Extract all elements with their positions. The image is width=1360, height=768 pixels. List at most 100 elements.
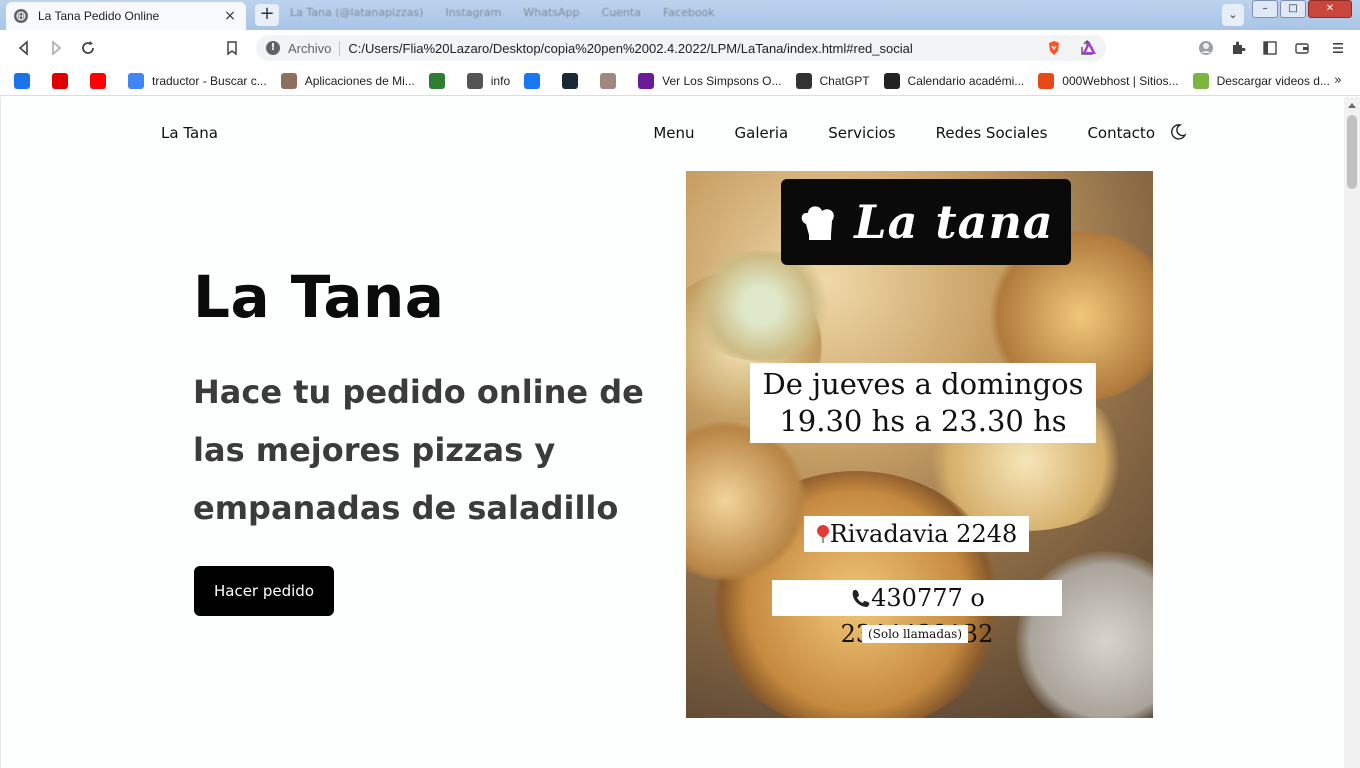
hero-title: La Tana: [193, 263, 445, 331]
poster-brand: La tana: [854, 195, 1054, 249]
puzzle-icon: [1233, 41, 1246, 54]
wallet-icon: [1295, 43, 1309, 54]
reload-button[interactable]: [78, 38, 98, 58]
gear-icon: [466, 72, 483, 89]
youtube-icon: [90, 72, 106, 89]
hero-subtitle: Hace tu pedido online de las mejores piz…: [193, 373, 644, 527]
bookmark-item[interactable]: [428, 72, 453, 89]
extensions-button[interactable]: [1228, 38, 1248, 58]
profile-button[interactable]: [1196, 38, 1216, 58]
nav-link-servicios[interactable]: Servicios: [828, 124, 895, 142]
scrollbar-thumb[interactable]: [1347, 115, 1357, 189]
nav-link-contacto[interactable]: Contacto: [1087, 124, 1155, 142]
bookmark-icon: [227, 41, 237, 56]
forward-button[interactable]: [46, 38, 66, 58]
calendar-icon: [883, 72, 900, 89]
main-menu: Menu Galeria Servicios Redes Sociales Co…: [653, 124, 1155, 142]
info-icon[interactable]: !: [266, 41, 280, 55]
forward-icon: [52, 40, 62, 56]
maximize-button[interactable]: □: [1280, 0, 1306, 18]
bookmark-item[interactable]: ChatGPT: [795, 72, 870, 89]
site-navbar: La Tana Menu Galeria Servicios Redes Soc…: [1, 97, 1344, 173]
food-texture: [686, 251, 836, 361]
nav-link-redes-sociales[interactable]: Redes Sociales: [936, 124, 1048, 142]
hamburger-menu-icon: [1333, 43, 1343, 53]
bookmark-label: Calendario académi...: [907, 73, 1025, 88]
bookmark-item[interactable]: Calendario académi...: [883, 72, 1025, 89]
minimize-button[interactable]: –: [1252, 0, 1278, 18]
poster-hours-line2: 19.30 hs a 23.30 hs: [779, 404, 1067, 438]
tab-search-button[interactable]: ⌄: [1222, 4, 1244, 26]
bookmark-item[interactable]: traductor - Buscar c...: [128, 72, 267, 89]
window-controls: – □ ✕: [1252, 0, 1352, 18]
openai-icon: [795, 72, 812, 89]
nav-link-galeria[interactable]: Galeria: [735, 124, 789, 142]
profile-icon: [600, 72, 617, 89]
active-tab[interactable]: La Tana Pedido Online ×: [6, 2, 246, 30]
bookmark-item[interactable]: [90, 72, 114, 89]
moon-icon[interactable]: [1169, 123, 1187, 141]
bookmark-label: 000Webhost | Sitios...: [1062, 73, 1179, 88]
brave-shields-button[interactable]: [1044, 38, 1064, 58]
bookmark-item[interactable]: [524, 72, 548, 89]
background-tab[interactable]: La Tana (@latanapizzas): [290, 6, 423, 24]
apps-icon: [280, 72, 297, 89]
bookmark-item[interactable]: info: [466, 72, 511, 89]
close-window-button[interactable]: ✕: [1308, 0, 1352, 18]
bookmark-item[interactable]: [600, 72, 624, 89]
nav-link-menu[interactable]: Menu: [653, 124, 694, 142]
bookmarks-bar: traductor - Buscar c... Aplicaciones de M…: [0, 66, 1360, 96]
bookmark-label: ChatGPT: [819, 73, 870, 88]
grid-icon: [14, 72, 30, 89]
url-text[interactable]: C:/Users/Flia%20Lazaro/Desktop/copia%20p…: [348, 41, 1078, 56]
back-button[interactable]: [14, 38, 34, 58]
bookmark-label: Ver Los Simpsons O...: [662, 73, 782, 88]
bookmarks-overflow-button[interactable]: »: [1334, 73, 1342, 88]
steam-icon: [562, 72, 579, 89]
poster-hours: De jueves a domingos 19.30 hs a 23.30 hs: [750, 363, 1096, 443]
site-logo[interactable]: La Tana: [161, 124, 218, 142]
bookmark-item[interactable]: Aplicaciones de Mi...: [280, 72, 415, 89]
foil-texture: [1016, 551, 1153, 718]
order-button[interactable]: Hacer pedido: [194, 566, 334, 616]
address-bar[interactable]: ! Archivo C:/Users/Flia%20Lazaro/Desktop…: [256, 35, 1106, 61]
background-tab[interactable]: Instagram: [445, 6, 501, 24]
record-icon: [52, 72, 68, 89]
triangle-rewards-icon: [1082, 41, 1096, 54]
globe-icon: [14, 9, 28, 23]
wallet-button[interactable]: [1292, 38, 1312, 58]
background-tab[interactable]: WhatsApp: [523, 6, 579, 24]
back-icon: [18, 40, 28, 56]
sidebar-icon: [1263, 41, 1277, 55]
bookmark-item[interactable]: [52, 72, 76, 89]
reload-icon: [82, 41, 94, 54]
poster-hours-line1: De jueves a domingos: [762, 367, 1084, 401]
webhost-icon: [1038, 72, 1055, 89]
bookmark-item[interactable]: 000Webhost | Sitios...: [1038, 72, 1179, 89]
promo-poster: La tana De jueves a domingos 19.30 hs a …: [686, 171, 1153, 718]
bookmark-label: info: [490, 73, 511, 88]
background-tab[interactable]: Facebook: [663, 6, 715, 24]
poster-phone: 430777 o 2344439132: [772, 580, 1062, 648]
tab-title: La Tana Pedido Online: [38, 9, 160, 23]
tab-close-icon[interactable]: ×: [222, 8, 238, 24]
bookmark-button[interactable]: [222, 38, 242, 58]
bookmark-item[interactable]: Ver Los Simpsons O...: [638, 72, 782, 89]
bookmark-item[interactable]: [14, 72, 38, 89]
telephone-icon: [852, 589, 870, 607]
profile-icon: [1199, 41, 1213, 55]
page-scrollbar[interactable]: [1344, 97, 1360, 768]
sidebar-button[interactable]: [1260, 38, 1280, 58]
brave-rewards-button[interactable]: [1079, 38, 1099, 58]
poster-brand-box: La tana: [781, 179, 1071, 265]
soccer-icon: [428, 72, 445, 89]
poster-address-text: Rivadavia 2248: [829, 520, 1018, 548]
bookmark-item[interactable]: Descargar videos d...: [1192, 72, 1330, 89]
background-tab[interactable]: Cuenta: [602, 6, 641, 24]
menu-button[interactable]: [1328, 38, 1348, 58]
background-tabs: La Tana (@latanapizzas) Instagram WhatsA…: [290, 6, 1190, 24]
map-pin-icon: [816, 525, 829, 543]
bookmark-item[interactable]: [562, 72, 586, 89]
scroll-up-arrow-icon[interactable]: [1348, 103, 1356, 108]
new-tab-button[interactable]: +: [255, 4, 279, 26]
